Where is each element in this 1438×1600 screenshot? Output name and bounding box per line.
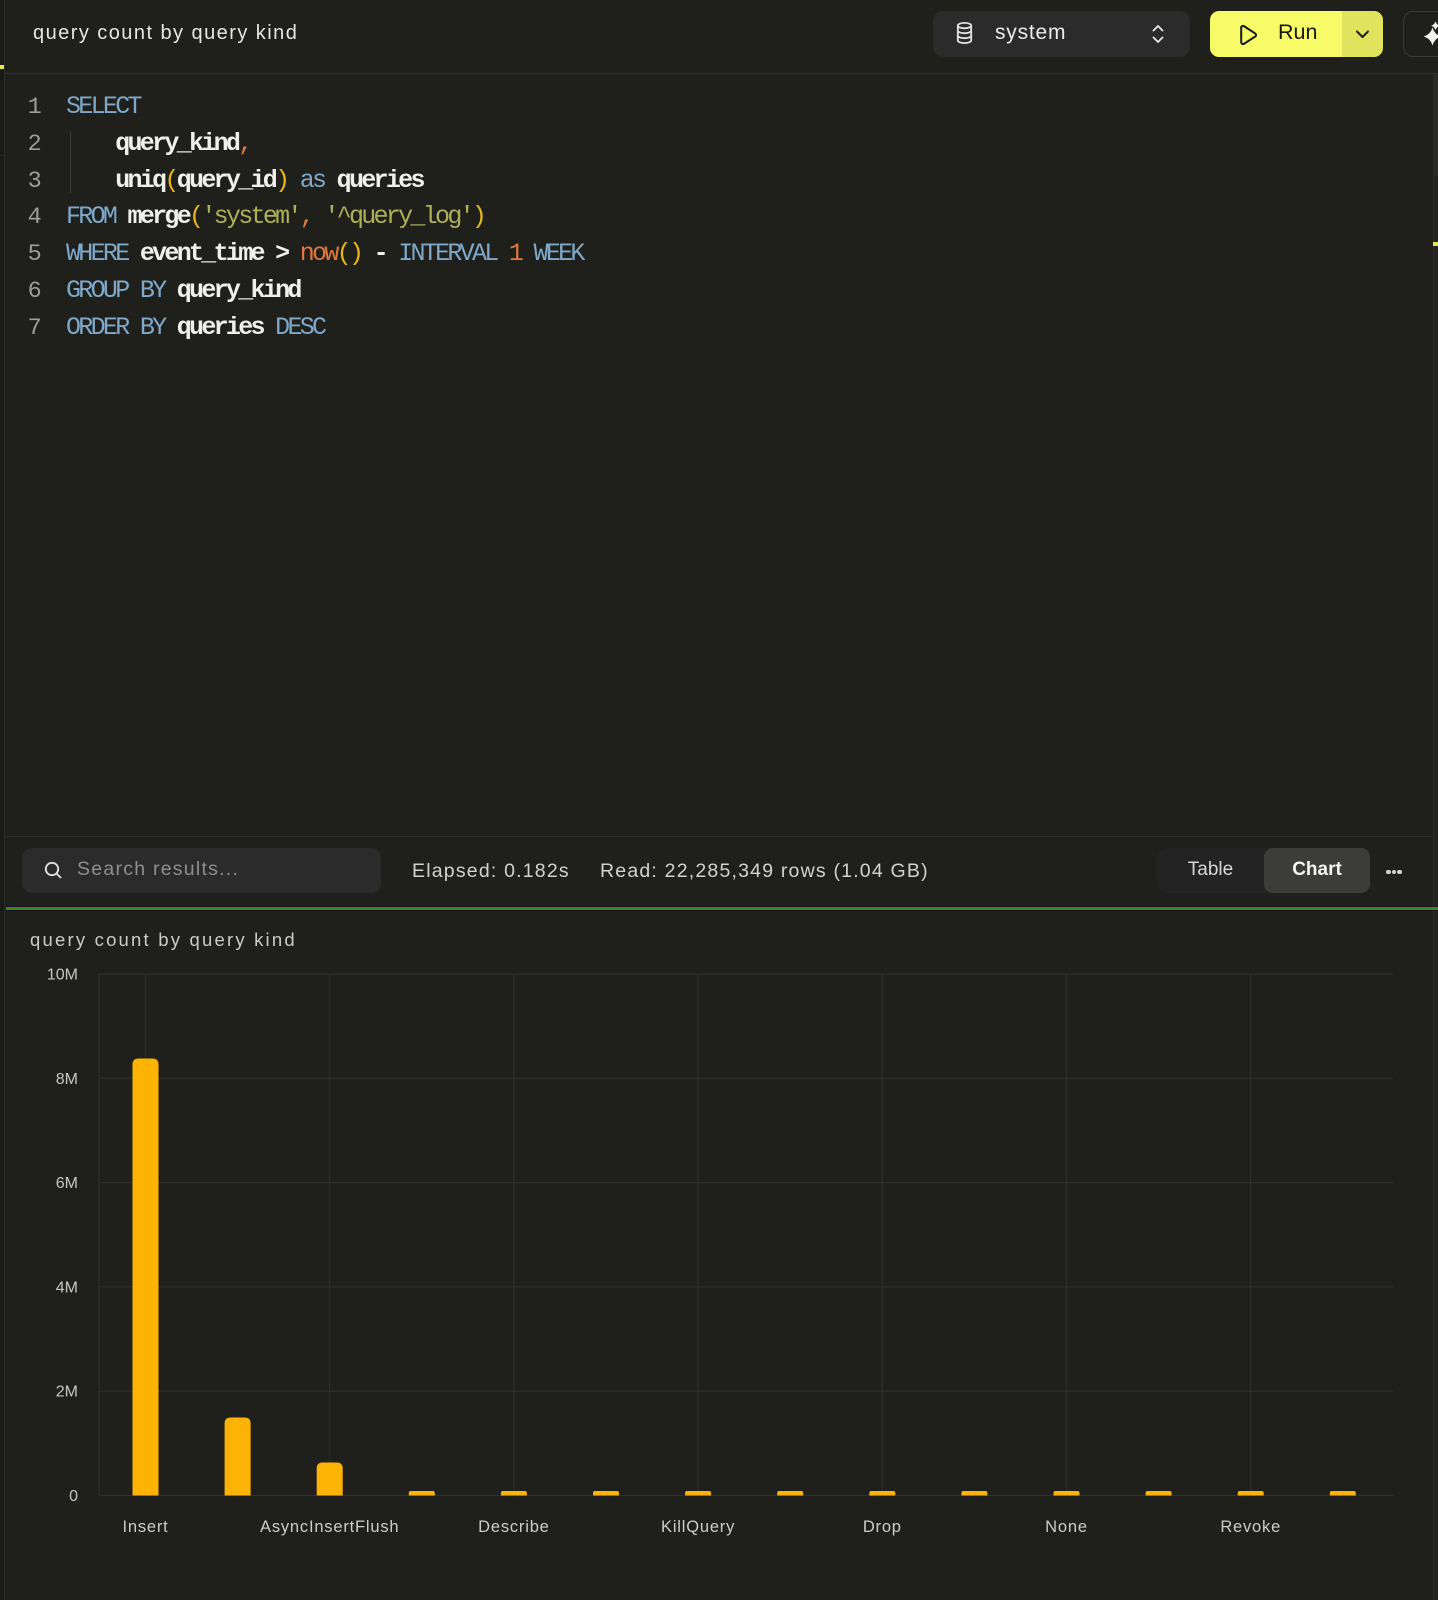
svg-text:8M: 8M <box>56 1071 78 1088</box>
svg-text:6M: 6M <box>56 1175 78 1192</box>
svg-text:4M: 4M <box>56 1279 78 1296</box>
svg-text:KillQuery: KillQuery <box>661 1518 735 1536</box>
svg-text:query count by query kind: query count by query kind <box>30 929 297 950</box>
svg-text:Revoke: Revoke <box>1220 1518 1281 1536</box>
svg-text:0: 0 <box>69 1488 78 1505</box>
svg-text:2M: 2M <box>56 1384 78 1401</box>
svg-text:Drop: Drop <box>863 1518 902 1536</box>
svg-text:AsyncInsertFlush: AsyncInsertFlush <box>260 1518 399 1536</box>
svg-text:10M: 10M <box>47 967 78 984</box>
svg-text:Describe: Describe <box>478 1518 550 1536</box>
svg-text:None: None <box>1045 1518 1088 1536</box>
svg-text:Insert: Insert <box>122 1518 168 1536</box>
